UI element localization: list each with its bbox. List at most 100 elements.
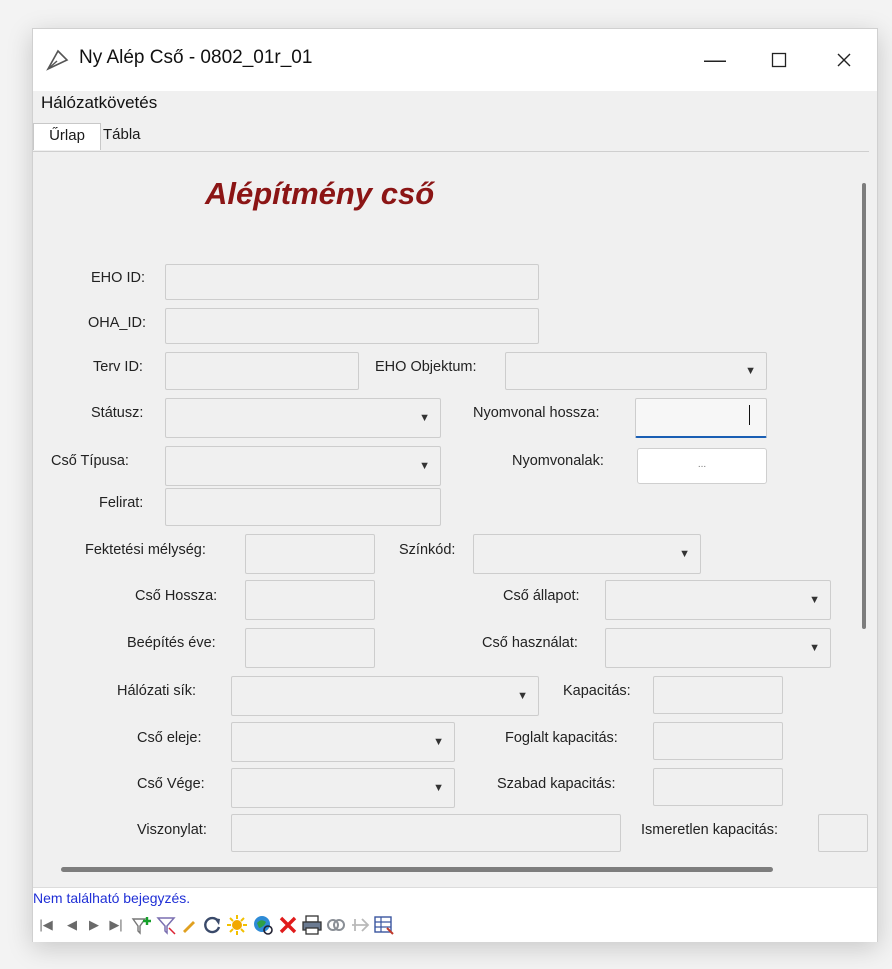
cso-eleje-select[interactable]: ▼ (231, 722, 455, 762)
label-cso-hasznalat: Cső használat: (482, 635, 578, 651)
close-icon (837, 53, 851, 67)
print-icon (302, 915, 322, 935)
highlight-icon (227, 915, 247, 935)
eho-objektum-select[interactable]: ▼ (505, 352, 767, 390)
zoom-to-icon (254, 916, 273, 935)
refresh-button[interactable] (201, 914, 223, 936)
edit-button[interactable] (179, 914, 199, 936)
filter-button[interactable] (155, 914, 177, 936)
halozati-sik-select[interactable]: ▼ (231, 676, 539, 716)
label-fektetesi-melyseg: Fektetési mélység: (85, 542, 206, 558)
table-button[interactable] (373, 914, 395, 936)
status-message: Nem található bejegyzés. (33, 890, 191, 906)
label-terv-id: Terv ID: (93, 359, 143, 375)
add-filter-icon (131, 917, 151, 935)
label-eho-objektum: EHO Objektum: (375, 359, 477, 375)
link-icon (327, 919, 345, 931)
label-cso-tipusa: Cső Típusa: (51, 453, 129, 469)
label-beepites-eve: Beépítés éve: (127, 635, 216, 651)
label-nyomvonalak: Nyomvonalak: (512, 453, 604, 469)
eho-id-field[interactable] (165, 264, 539, 300)
chevron-down-icon: ▼ (433, 736, 444, 748)
highlight-button[interactable] (225, 914, 249, 936)
kapacitas-field[interactable] (653, 676, 783, 714)
cso-vege-select[interactable]: ▼ (231, 768, 455, 808)
oha-id-field[interactable] (165, 308, 539, 344)
zoom-to-button[interactable] (251, 914, 275, 936)
label-felirat: Felirat: (99, 495, 144, 511)
menu-halozatkovetes[interactable]: Hálózatkövetés (41, 93, 157, 113)
horizontal-scroll-thumb[interactable] (61, 867, 773, 872)
label-foglalt-kapacitas: Foglalt kapacitás: (505, 730, 618, 746)
tab-urlap[interactable]: Űrlap (33, 123, 101, 150)
label-statusz: Státusz: (91, 405, 144, 421)
szabad-kapacitas-field[interactable] (653, 768, 783, 806)
next-record-icon: ▶ (89, 917, 99, 932)
maximize-icon (771, 52, 787, 68)
link-button[interactable] (325, 914, 347, 936)
chevron-down-icon: ▼ (433, 782, 444, 794)
label-szabad-kapacitas: Szabad kapacitás: (497, 776, 616, 792)
refresh-icon (204, 916, 221, 934)
label-viszonylat: Viszonylat: (137, 822, 207, 838)
menu-bar: Hálózatkövetés (33, 91, 877, 119)
table-icon (374, 916, 394, 935)
form-area: Alépítmény cső EHO ID: OHA_ID: Terv ID: … (33, 151, 869, 860)
first-record-button[interactable]: |◀ (37, 914, 55, 936)
szinkod-select[interactable]: ▼ (473, 534, 701, 574)
next-record-button[interactable]: ▶ (85, 914, 103, 936)
chevron-down-icon: ▼ (809, 642, 820, 654)
prev-record-button[interactable]: ◀ (63, 914, 81, 936)
label-eho-id: EHO ID: (91, 270, 145, 286)
text-caret (749, 405, 750, 425)
chevron-down-icon: ▼ (419, 460, 430, 472)
filter-icon (156, 917, 176, 935)
app-window: Ny Alép Cső - 0802_01r_01 — Hálózatkövet… (32, 28, 878, 942)
label-halozati-sik: Hálózati sík: (117, 683, 196, 699)
edit-icon (183, 921, 195, 933)
maximize-button[interactable] (753, 39, 805, 81)
ismeretlen-kapacitas-field[interactable] (818, 814, 868, 852)
minimize-button[interactable]: — (689, 39, 741, 81)
cso-hossza-field[interactable] (245, 580, 375, 620)
export-icon (352, 918, 370, 932)
nyomvonalak-button[interactable]: ... (637, 448, 767, 484)
cso-tipusa-select[interactable]: ▼ (165, 446, 441, 486)
app-logo-icon (46, 49, 69, 71)
label-cso-allapot: Cső állapot: (503, 588, 580, 604)
first-record-icon: |◀ (39, 917, 53, 932)
print-button[interactable] (301, 914, 323, 936)
chevron-down-icon: ▼ (809, 594, 820, 606)
tab-strip: Űrlap Tábla (33, 119, 877, 151)
export-button[interactable] (349, 914, 371, 936)
chevron-down-icon: ▼ (679, 548, 690, 560)
label-cso-eleje: Cső eleje: (137, 730, 202, 746)
terv-id-field[interactable] (165, 352, 359, 390)
label-ismeretlen-kapacitas: Ismeretlen kapacitás: (641, 822, 779, 838)
title-bar: Ny Alép Cső - 0802_01r_01 — (33, 29, 877, 91)
last-record-icon: ▶| (109, 917, 123, 932)
vertical-scroll-thumb[interactable] (862, 183, 866, 629)
nyomvonal-hossza-field[interactable] (635, 398, 767, 438)
foglalt-kapacitas-field[interactable] (653, 722, 783, 760)
fektetesi-melyseg-field[interactable] (245, 534, 375, 574)
viszonylat-field[interactable] (231, 814, 621, 852)
label-cso-hossza: Cső Hossza: (135, 588, 218, 604)
cso-allapot-select[interactable]: ▼ (605, 580, 831, 620)
label-nyomvonal-hossza: Nyomvonal hossza: (473, 405, 600, 421)
delete-button[interactable] (277, 914, 299, 936)
window-title: Ny Alép Cső - 0802_01r_01 (79, 47, 313, 68)
label-szinkod: Színkód: (399, 542, 456, 558)
close-button[interactable] (818, 39, 870, 81)
chevron-down-icon: ▼ (419, 412, 430, 424)
felirat-field[interactable] (165, 488, 441, 526)
beepites-eve-field[interactable] (245, 628, 375, 668)
add-filter-button[interactable] (131, 914, 153, 936)
prev-record-icon: ◀ (67, 917, 77, 932)
last-record-button[interactable]: ▶| (107, 914, 125, 936)
tab-tabla[interactable]: Tábla (97, 123, 147, 149)
statusz-select[interactable]: ▼ (165, 398, 441, 438)
cso-hasznalat-select[interactable]: ▼ (605, 628, 831, 668)
delete-icon (279, 916, 297, 934)
label-kapacitas: Kapacitás: (563, 683, 631, 699)
